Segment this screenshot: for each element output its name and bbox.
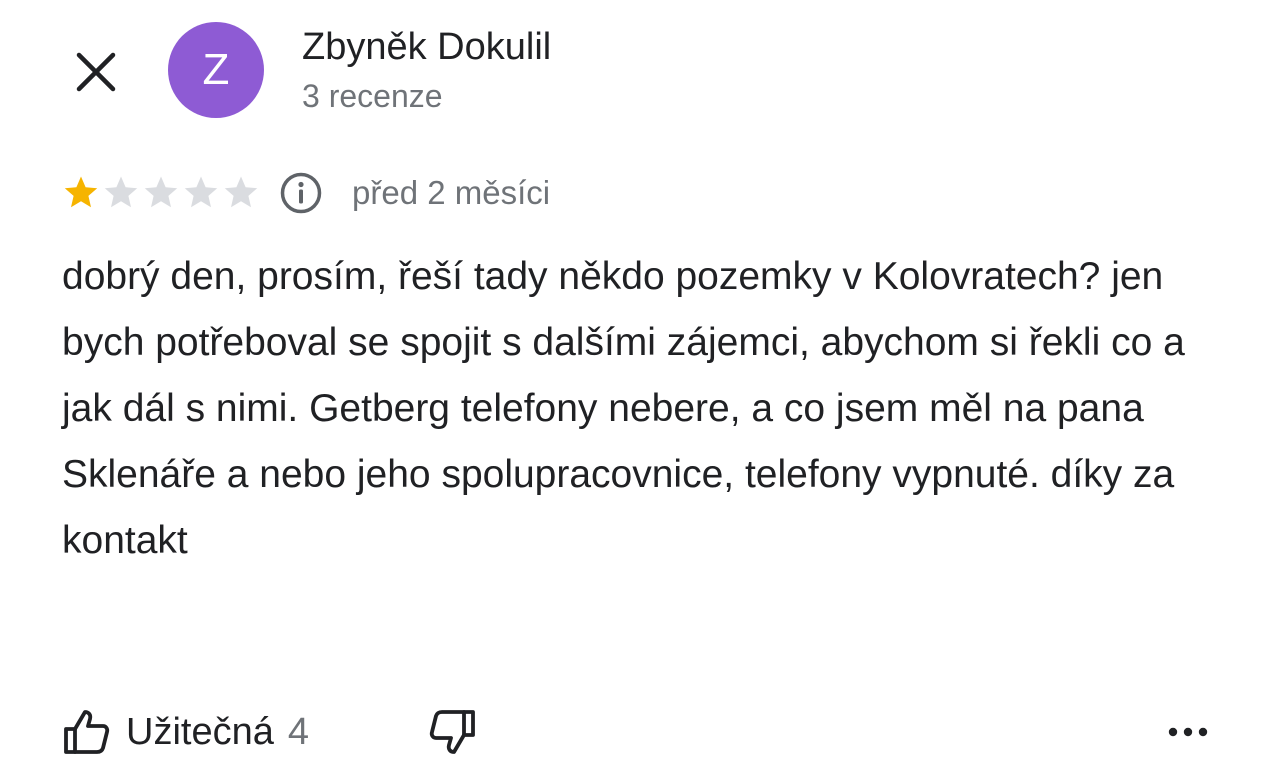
close-button[interactable] <box>66 42 126 102</box>
star-empty-icon <box>102 174 140 212</box>
more-options-button[interactable] <box>1158 704 1218 760</box>
close-icon <box>76 52 116 92</box>
not-helpful-button[interactable] <box>424 704 480 760</box>
review-actions: Užitečná 4 <box>62 700 475 764</box>
star-empty-icon <box>142 174 180 212</box>
author-review-count: 3 recenze <box>302 78 443 114</box>
info-button[interactable] <box>278 170 324 216</box>
avatar-initial: Z <box>202 45 230 94</box>
star-empty-icon <box>182 174 220 212</box>
star-filled-icon <box>62 174 100 212</box>
review-text: dobrý den, prosím, řeší tady někdo pozem… <box>62 255 1185 562</box>
helpful-count: 4 <box>287 710 309 753</box>
more-horizontal-icon <box>1168 727 1208 737</box>
thumbs-down-icon <box>429 710 475 754</box>
rating-row: před 2 měsíci <box>62 168 550 218</box>
review-date: před 2 měsíci <box>352 174 551 211</box>
author-name[interactable]: Zbyněk Dokulil <box>302 26 551 69</box>
star-rating <box>62 174 260 212</box>
helpful-label: Užitečná <box>126 710 274 753</box>
info-icon <box>280 172 322 214</box>
avatar[interactable]: Z <box>168 22 264 118</box>
helpful-button[interactable]: Užitečná 4 <box>62 707 309 757</box>
star-empty-icon <box>222 174 260 212</box>
thumbs-up-icon <box>64 710 110 754</box>
